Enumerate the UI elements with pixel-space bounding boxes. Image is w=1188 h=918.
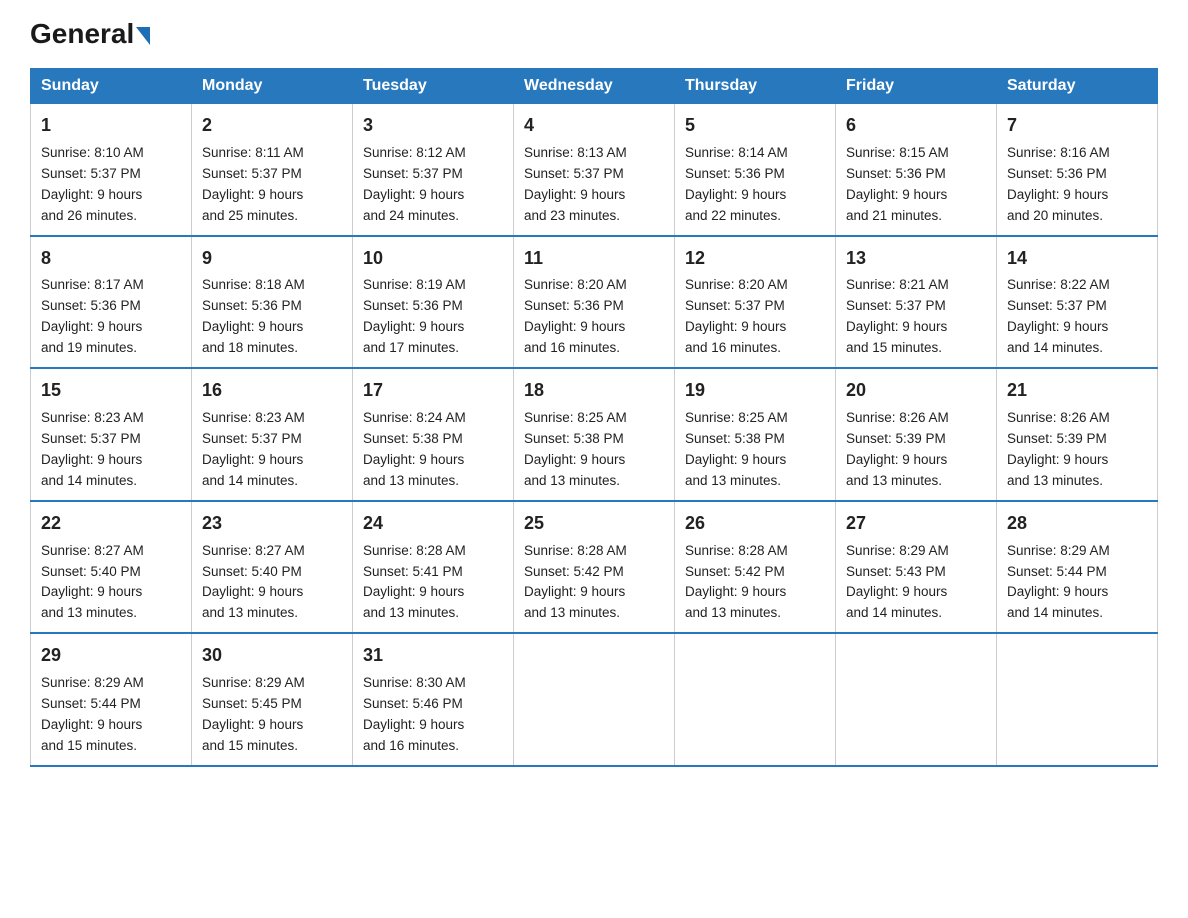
calendar-week-row: 15 Sunrise: 8:23 AMSunset: 5:37 PMDaylig… — [31, 368, 1158, 501]
calendar-cell: 30 Sunrise: 8:29 AMSunset: 5:45 PMDaylig… — [192, 633, 353, 766]
day-number: 2 — [202, 112, 342, 140]
day-number: 8 — [41, 245, 181, 273]
day-number: 15 — [41, 377, 181, 405]
calendar-cell: 1 Sunrise: 8:10 AMSunset: 5:37 PMDayligh… — [31, 104, 192, 236]
calendar-cell: 3 Sunrise: 8:12 AMSunset: 5:37 PMDayligh… — [353, 104, 514, 236]
calendar-cell: 28 Sunrise: 8:29 AMSunset: 5:44 PMDaylig… — [997, 501, 1158, 634]
page-header: General — [30, 20, 1158, 48]
calendar-cell: 17 Sunrise: 8:24 AMSunset: 5:38 PMDaylig… — [353, 368, 514, 501]
calendar-cell: 6 Sunrise: 8:15 AMSunset: 5:36 PMDayligh… — [836, 104, 997, 236]
calendar-cell: 25 Sunrise: 8:28 AMSunset: 5:42 PMDaylig… — [514, 501, 675, 634]
day-number: 28 — [1007, 510, 1147, 538]
calendar-cell: 7 Sunrise: 8:16 AMSunset: 5:36 PMDayligh… — [997, 104, 1158, 236]
calendar-cell: 14 Sunrise: 8:22 AMSunset: 5:37 PMDaylig… — [997, 236, 1158, 369]
day-number: 24 — [363, 510, 503, 538]
calendar-cell: 31 Sunrise: 8:30 AMSunset: 5:46 PMDaylig… — [353, 633, 514, 766]
calendar-cell — [675, 633, 836, 766]
col-header-monday: Monday — [192, 69, 353, 104]
calendar-cell: 24 Sunrise: 8:28 AMSunset: 5:41 PMDaylig… — [353, 501, 514, 634]
col-header-tuesday: Tuesday — [353, 69, 514, 104]
day-number: 21 — [1007, 377, 1147, 405]
calendar-cell: 26 Sunrise: 8:28 AMSunset: 5:42 PMDaylig… — [675, 501, 836, 634]
calendar-week-row: 1 Sunrise: 8:10 AMSunset: 5:37 PMDayligh… — [31, 104, 1158, 236]
col-header-saturday: Saturday — [997, 69, 1158, 104]
day-number: 17 — [363, 377, 503, 405]
logo-general: General — [30, 20, 150, 48]
day-number: 6 — [846, 112, 986, 140]
day-number: 9 — [202, 245, 342, 273]
day-number: 27 — [846, 510, 986, 538]
day-number: 20 — [846, 377, 986, 405]
calendar-cell: 19 Sunrise: 8:25 AMSunset: 5:38 PMDaylig… — [675, 368, 836, 501]
calendar-header-row: SundayMondayTuesdayWednesdayThursdayFrid… — [31, 69, 1158, 104]
calendar-cell: 27 Sunrise: 8:29 AMSunset: 5:43 PMDaylig… — [836, 501, 997, 634]
day-number: 31 — [363, 642, 503, 670]
col-header-wednesday: Wednesday — [514, 69, 675, 104]
day-number: 1 — [41, 112, 181, 140]
day-number: 14 — [1007, 245, 1147, 273]
day-number: 29 — [41, 642, 181, 670]
day-number: 4 — [524, 112, 664, 140]
calendar-cell: 23 Sunrise: 8:27 AMSunset: 5:40 PMDaylig… — [192, 501, 353, 634]
calendar-cell: 11 Sunrise: 8:20 AMSunset: 5:36 PMDaylig… — [514, 236, 675, 369]
calendar-cell: 5 Sunrise: 8:14 AMSunset: 5:36 PMDayligh… — [675, 104, 836, 236]
col-header-friday: Friday — [836, 69, 997, 104]
day-number: 13 — [846, 245, 986, 273]
col-header-sunday: Sunday — [31, 69, 192, 104]
calendar-cell — [836, 633, 997, 766]
calendar-cell: 8 Sunrise: 8:17 AMSunset: 5:36 PMDayligh… — [31, 236, 192, 369]
day-number: 3 — [363, 112, 503, 140]
day-number: 7 — [1007, 112, 1147, 140]
day-number: 12 — [685, 245, 825, 273]
calendar-cell — [997, 633, 1158, 766]
calendar-table: SundayMondayTuesdayWednesdayThursdayFrid… — [30, 68, 1158, 767]
day-number: 19 — [685, 377, 825, 405]
calendar-cell: 29 Sunrise: 8:29 AMSunset: 5:44 PMDaylig… — [31, 633, 192, 766]
calendar-cell: 12 Sunrise: 8:20 AMSunset: 5:37 PMDaylig… — [675, 236, 836, 369]
calendar-cell: 13 Sunrise: 8:21 AMSunset: 5:37 PMDaylig… — [836, 236, 997, 369]
calendar-cell: 9 Sunrise: 8:18 AMSunset: 5:36 PMDayligh… — [192, 236, 353, 369]
calendar-cell: 22 Sunrise: 8:27 AMSunset: 5:40 PMDaylig… — [31, 501, 192, 634]
col-header-thursday: Thursday — [675, 69, 836, 104]
logo: General — [30, 20, 150, 48]
calendar-cell: 20 Sunrise: 8:26 AMSunset: 5:39 PMDaylig… — [836, 368, 997, 501]
day-number: 18 — [524, 377, 664, 405]
calendar-cell: 21 Sunrise: 8:26 AMSunset: 5:39 PMDaylig… — [997, 368, 1158, 501]
calendar-cell: 18 Sunrise: 8:25 AMSunset: 5:38 PMDaylig… — [514, 368, 675, 501]
day-number: 16 — [202, 377, 342, 405]
calendar-week-row: 29 Sunrise: 8:29 AMSunset: 5:44 PMDaylig… — [31, 633, 1158, 766]
calendar-cell: 16 Sunrise: 8:23 AMSunset: 5:37 PMDaylig… — [192, 368, 353, 501]
calendar-cell: 15 Sunrise: 8:23 AMSunset: 5:37 PMDaylig… — [31, 368, 192, 501]
day-number: 10 — [363, 245, 503, 273]
calendar-cell — [514, 633, 675, 766]
calendar-cell: 10 Sunrise: 8:19 AMSunset: 5:36 PMDaylig… — [353, 236, 514, 369]
day-number: 30 — [202, 642, 342, 670]
calendar-week-row: 8 Sunrise: 8:17 AMSunset: 5:36 PMDayligh… — [31, 236, 1158, 369]
day-number: 11 — [524, 245, 664, 273]
day-number: 22 — [41, 510, 181, 538]
day-number: 26 — [685, 510, 825, 538]
calendar-cell: 4 Sunrise: 8:13 AMSunset: 5:37 PMDayligh… — [514, 104, 675, 236]
calendar-week-row: 22 Sunrise: 8:27 AMSunset: 5:40 PMDaylig… — [31, 501, 1158, 634]
day-number: 23 — [202, 510, 342, 538]
calendar-cell: 2 Sunrise: 8:11 AMSunset: 5:37 PMDayligh… — [192, 104, 353, 236]
day-number: 5 — [685, 112, 825, 140]
day-number: 25 — [524, 510, 664, 538]
